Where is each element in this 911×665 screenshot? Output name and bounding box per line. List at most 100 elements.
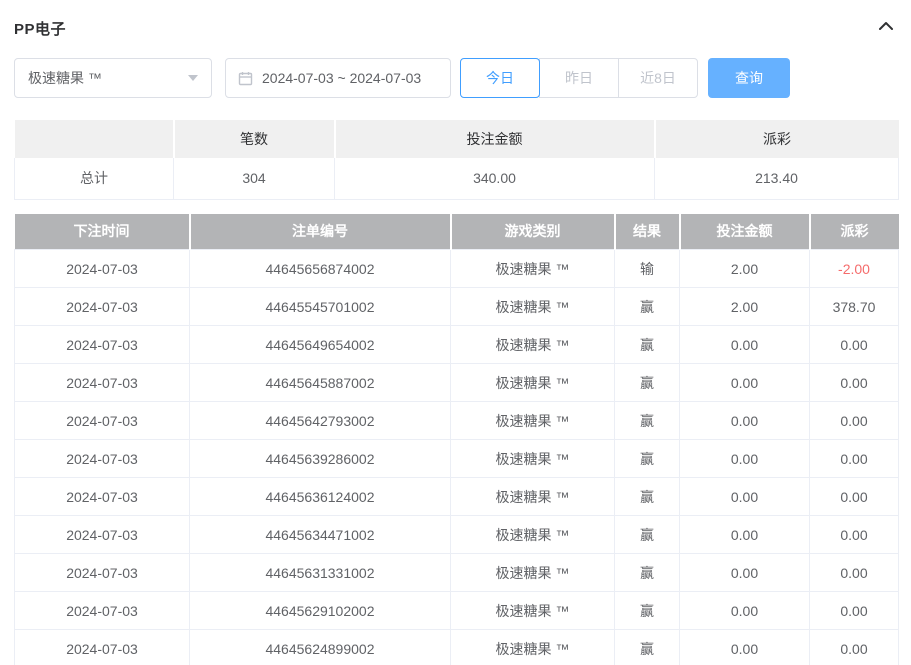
cell-game-type: 极速糖果 ™	[451, 516, 615, 554]
table-row: 2024-07-03 44645649654002 极速糖果 ™ 赢 0.00 …	[15, 326, 899, 364]
detail-table-body: 2024-07-03 44645656874002 极速糖果 ™ 输 2.00 …	[15, 250, 899, 665]
game-select-value: 极速糖果 ™	[28, 68, 102, 88]
detail-header-row: 下注时间 注单编号 游戏类别 结果 投注金额 派彩	[15, 214, 899, 250]
cell-payout: 0.00	[810, 478, 899, 516]
cell-payout: 0.00	[810, 364, 899, 402]
cell-bet-time: 2024-07-03	[15, 402, 190, 440]
summary-header-payout: 派彩	[655, 120, 899, 158]
cell-bet-amount: 0.00	[680, 326, 810, 364]
last-8-days-button[interactable]: 近8日	[618, 58, 698, 98]
yesterday-button[interactable]: 昨日	[539, 58, 619, 98]
summary-header-bet-amount: 投注金额	[335, 120, 655, 158]
cell-bet-id: 44645642793002	[190, 402, 451, 440]
summary-table: 笔数 投注金额 派彩 总计 304 340.00 213.40	[14, 120, 899, 200]
cell-result: 赢	[615, 630, 680, 665]
header-result: 结果	[615, 214, 680, 250]
cell-bet-time: 2024-07-03	[15, 364, 190, 402]
cell-bet-id: 44645545701002	[190, 288, 451, 326]
pp-games-panel: PP电子 极速糖果 ™ 2024-07-03 ~ 2024-07-03 今日 昨…	[0, 0, 911, 665]
summary-total-label: 总计	[15, 158, 174, 199]
cell-result: 赢	[615, 440, 680, 478]
cell-payout: 0.00	[810, 630, 899, 665]
table-row: 2024-07-03 44645634471002 极速糖果 ™ 赢 0.00 …	[15, 516, 899, 554]
detail-table: 下注时间 注单编号 游戏类别 结果 投注金额 派彩 2024-07-03 446…	[14, 214, 899, 665]
cell-bet-id: 44645631331002	[190, 554, 451, 592]
cell-result: 赢	[615, 402, 680, 440]
cell-bet-id: 44645629102002	[190, 592, 451, 630]
cell-result: 赢	[615, 326, 680, 364]
cell-game-type: 极速糖果 ™	[451, 326, 615, 364]
cell-game-type: 极速糖果 ™	[451, 402, 615, 440]
summary-header-count: 笔数	[174, 120, 335, 158]
table-row: 2024-07-03 44645545701002 极速糖果 ™ 赢 2.00 …	[15, 288, 899, 326]
cell-bet-id: 44645634471002	[190, 516, 451, 554]
cell-bet-amount: 0.00	[680, 592, 810, 630]
cell-bet-id: 44645656874002	[190, 250, 451, 288]
date-range-value: 2024-07-03 ~ 2024-07-03	[262, 70, 421, 86]
cell-bet-time: 2024-07-03	[15, 250, 190, 288]
quick-range-button-group: 今日 昨日 近8日	[460, 58, 698, 98]
table-row: 2024-07-03 44645645887002 极速糖果 ™ 赢 0.00 …	[15, 364, 899, 402]
cell-game-type: 极速糖果 ™	[451, 592, 615, 630]
cell-game-type: 极速糖果 ™	[451, 478, 615, 516]
cell-game-type: 极速糖果 ™	[451, 554, 615, 592]
cell-bet-time: 2024-07-03	[15, 478, 190, 516]
calendar-icon	[238, 71, 253, 86]
header-bet-amount: 投注金额	[680, 214, 810, 250]
game-select[interactable]: 极速糖果 ™	[14, 58, 212, 98]
cell-bet-id: 44645624899002	[190, 630, 451, 665]
cell-bet-time: 2024-07-03	[15, 630, 190, 665]
cell-game-type: 极速糖果 ™	[451, 440, 615, 478]
filter-bar: 极速糖果 ™ 2024-07-03 ~ 2024-07-03 今日 昨日 近8日…	[14, 58, 897, 98]
summary-header-row: 笔数 投注金额 派彩	[15, 120, 899, 158]
cell-payout: 0.00	[810, 326, 899, 364]
cell-bet-time: 2024-07-03	[15, 326, 190, 364]
page-title: PP电子	[14, 18, 897, 39]
query-button[interactable]: 查询	[708, 58, 790, 98]
cell-result: 赢	[615, 592, 680, 630]
table-row: 2024-07-03 44645631331002 极速糖果 ™ 赢 0.00 …	[15, 554, 899, 592]
header-bet-time: 下注时间	[15, 214, 190, 250]
date-range-input[interactable]: 2024-07-03 ~ 2024-07-03	[225, 58, 451, 98]
cell-game-type: 极速糖果 ™	[451, 630, 615, 665]
cell-bet-time: 2024-07-03	[15, 516, 190, 554]
table-row: 2024-07-03 44645629102002 极速糖果 ™ 赢 0.00 …	[15, 592, 899, 630]
cell-bet-amount: 0.00	[680, 402, 810, 440]
cell-bet-amount: 2.00	[680, 288, 810, 326]
cell-result: 赢	[615, 478, 680, 516]
collapse-button[interactable]	[877, 17, 895, 35]
cell-bet-time: 2024-07-03	[15, 554, 190, 592]
cell-result: 赢	[615, 364, 680, 402]
cell-payout: 0.00	[810, 592, 899, 630]
cell-bet-amount: 2.00	[680, 250, 810, 288]
cell-bet-amount: 0.00	[680, 516, 810, 554]
cell-game-type: 极速糖果 ™	[451, 364, 615, 402]
table-row: 2024-07-03 44645639286002 极速糖果 ™ 赢 0.00 …	[15, 440, 899, 478]
cell-bet-id: 44645639286002	[190, 440, 451, 478]
cell-bet-amount: 0.00	[680, 364, 810, 402]
cell-payout: 0.00	[810, 516, 899, 554]
cell-bet-id: 44645636124002	[190, 478, 451, 516]
header-payout: 派彩	[810, 214, 899, 250]
cell-result: 输	[615, 250, 680, 288]
cell-result: 赢	[615, 516, 680, 554]
cell-payout: 0.00	[810, 554, 899, 592]
table-row: 2024-07-03 44645636124002 极速糖果 ™ 赢 0.00 …	[15, 478, 899, 516]
chevron-up-icon	[878, 20, 894, 32]
cell-bet-amount: 0.00	[680, 478, 810, 516]
cell-bet-amount: 0.00	[680, 554, 810, 592]
table-row: 2024-07-03 44645656874002 极速糖果 ™ 输 2.00 …	[15, 250, 899, 288]
table-row: 2024-07-03 44645642793002 极速糖果 ™ 赢 0.00 …	[15, 402, 899, 440]
cell-result: 赢	[615, 554, 680, 592]
cell-game-type: 极速糖果 ™	[451, 288, 615, 326]
today-button[interactable]: 今日	[460, 58, 540, 98]
summary-total-bet-amount: 340.00	[335, 158, 655, 199]
summary-total-payout: 213.40	[655, 158, 899, 199]
cell-bet-id: 44645649654002	[190, 326, 451, 364]
cell-bet-amount: 0.00	[680, 630, 810, 665]
summary-total-row: 总计 304 340.00 213.40	[15, 158, 899, 199]
panel-header: PP电子	[14, 0, 897, 40]
cell-payout: -2.00	[810, 250, 899, 288]
cell-bet-id: 44645645887002	[190, 364, 451, 402]
chevron-down-icon	[188, 75, 198, 81]
